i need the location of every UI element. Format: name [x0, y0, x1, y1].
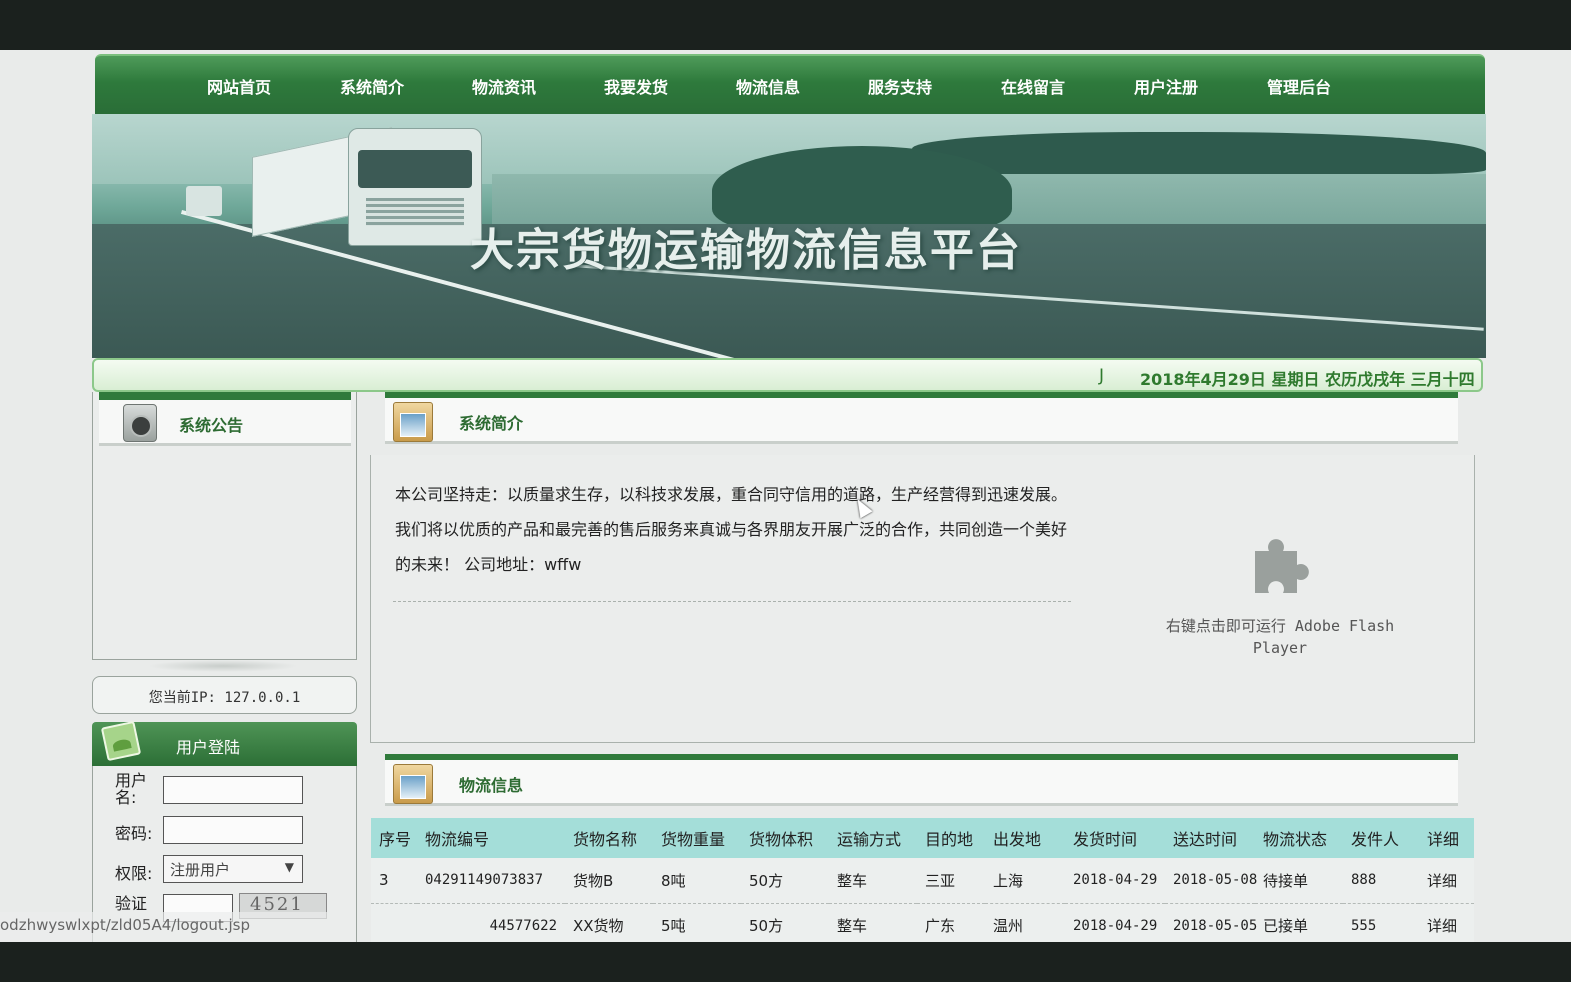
date-bar: J 2018年4月29日 星期日 农历戊戌年 三月十四 [92, 358, 1483, 392]
nav-intro[interactable]: 系统简介 [340, 74, 404, 98]
folder-icon [393, 402, 433, 442]
col-header: 发货时间 [1065, 818, 1165, 858]
notice-header: 系统公告 [99, 392, 351, 446]
washer-icon [123, 404, 157, 442]
table-row: 3 04291149073837 货物B 8吨 50方 整车 三亚 上海 201… [371, 858, 1474, 904]
chevron-down-icon: ▼ [284, 860, 294, 874]
panel-shadow [148, 660, 298, 672]
col-header: 发件人 [1343, 818, 1419, 858]
cell-ship-date: 2018-04-29 [1065, 858, 1165, 904]
banner: 大宗货物运输物流信息平台 [92, 114, 1486, 358]
cell-weight: 8吨 [653, 858, 741, 904]
cell-volume: 50方 [741, 858, 829, 904]
cell-transport: 整车 [829, 903, 917, 942]
col-header: 详细 [1419, 818, 1474, 858]
login-title: 用户登陆 [176, 738, 241, 757]
flash-placeholder-text[interactable]: 右键点击即可运行 Adobe Flash Player [1141, 615, 1419, 659]
nav-news[interactable]: 物流资讯 [472, 74, 536, 98]
col-header: 序号 [371, 818, 417, 858]
detail-link[interactable]: 详细 [1419, 858, 1474, 904]
cell-weight: 5吨 [653, 903, 741, 942]
window-bottom-bar [0, 942, 1571, 982]
col-header: 出发地 [985, 818, 1065, 858]
notice-title: 系统公告 [179, 416, 244, 435]
username-input[interactable] [163, 776, 303, 804]
nav-ship[interactable]: 我要发货 [604, 74, 668, 98]
captcha-label: 验证 [115, 894, 148, 913]
cell-tracking-no: 04291149073837 [417, 858, 565, 904]
notice-panel: 系统公告 [92, 392, 357, 660]
password-input[interactable] [163, 816, 303, 844]
banner-title: 大宗货物运输物流信息平台 [470, 225, 1022, 276]
cell-goods-name: XX货物 [565, 903, 653, 942]
intro-text: 本公司坚持走：以质量求生存，以科技求发展，重合同守信用的道路，生产经营得到迅速发… [395, 485, 1068, 574]
cell-sender: 888 [1343, 858, 1419, 904]
col-header: 货物体积 [741, 818, 829, 858]
col-header: 物流状态 [1255, 818, 1343, 858]
role-select[interactable]: 注册用户 ▼ [163, 855, 303, 883]
col-header: 送达时间 [1165, 818, 1255, 858]
ip-text: 您当前IP: 127.0.0.1 [148, 690, 301, 706]
cell-status: 待接单 [1255, 858, 1343, 904]
role-label: 权限: [115, 864, 153, 883]
username-label: 用户名: [115, 771, 148, 807]
col-header: 目的地 [917, 818, 985, 858]
role-select-value: 注册用户 [170, 861, 231, 879]
nav-support[interactable]: 服务支持 [868, 74, 932, 98]
main-nav: 网站首页 系统简介 物流资讯 我要发货 物流信息 服务支持 在线留言 用户注册 … [95, 54, 1485, 114]
nav-logistics[interactable]: 物流信息 [736, 74, 800, 98]
window-top-bar [0, 0, 1571, 50]
logistics-header: 物流信息 [385, 754, 1458, 806]
col-header: 货物名称 [565, 818, 653, 858]
status-bar-url: odzhwyswlxpt/zld05A4/logout.jsp [0, 912, 330, 942]
banner-truck-small [186, 186, 222, 216]
intro-title: 系统简介 [459, 414, 524, 433]
cell-sender: 555 [1343, 903, 1419, 942]
cell-volume: 50方 [741, 903, 829, 942]
cell-destination: 三亚 [917, 858, 985, 904]
table-row: 44577622 XX货物 5吨 50方 整车 广东 温州 2018-04-29… [371, 903, 1474, 942]
col-header: 物流编号 [417, 818, 565, 858]
page: 网站首页 系统简介 物流资讯 我要发货 物流信息 服务支持 在线留言 用户注册 … [0, 50, 1571, 942]
date-text: 2018年4月29日 星期日 农历戊戌年 三月十四 [1140, 370, 1475, 389]
nav-message[interactable]: 在线留言 [1001, 74, 1065, 98]
intro-header: 系统简介 [385, 392, 1458, 444]
photo-icon [100, 720, 142, 762]
cell-goods-name: 货物B [565, 858, 653, 904]
banner-trees [912, 132, 1486, 174]
cell-destination: 广东 [917, 903, 985, 942]
cell-ship-date: 2018-04-29 [1065, 903, 1165, 942]
cell-tracking-no: 44577622 [417, 903, 565, 942]
folder-icon [393, 764, 433, 804]
divider [393, 601, 1071, 602]
password-label: 密码: [115, 824, 153, 843]
col-header: 货物重量 [653, 818, 741, 858]
nav-home[interactable]: 网站首页 [207, 74, 271, 98]
login-header: 用户登陆 [92, 720, 357, 766]
table-header-row: 序号 物流编号 货物名称 货物重量 货物体积 运输方式 目的地 出发地 发货时间… [371, 818, 1474, 858]
detail-link[interactable]: 详细 [1419, 903, 1474, 942]
logistics-table: 序号 物流编号 货物名称 货物重量 货物体积 运输方式 目的地 出发地 发货时间… [371, 818, 1474, 942]
cell-status: 已接单 [1255, 903, 1343, 942]
logistics-title: 物流信息 [459, 776, 524, 795]
cell-arrive-date: 2018-05-08 [1165, 858, 1257, 904]
col-header: 运输方式 [829, 818, 917, 858]
truck-grill [366, 198, 464, 226]
cell-origin: 上海 [985, 858, 1065, 904]
cell-transport: 整车 [829, 858, 917, 904]
cell-index [371, 903, 417, 942]
ip-box: 您当前IP: 127.0.0.1 [92, 676, 357, 714]
puzzle-plugin-icon[interactable] [1247, 533, 1311, 597]
banner-truck [252, 122, 482, 250]
cell-index: 3 [371, 858, 417, 904]
marquee-text: J [1099, 366, 1105, 386]
nav-register[interactable]: 用户注册 [1134, 74, 1198, 98]
truck-windshield [358, 150, 472, 188]
cell-origin: 温州 [985, 903, 1065, 942]
intro-panel: 本公司坚持走：以质量求生存，以科技求发展，重合同守信用的道路，生产经营得到迅速发… [370, 455, 1475, 743]
cell-arrive-date: 2018-05-05 [1165, 903, 1257, 942]
nav-admin[interactable]: 管理后台 [1267, 74, 1331, 98]
